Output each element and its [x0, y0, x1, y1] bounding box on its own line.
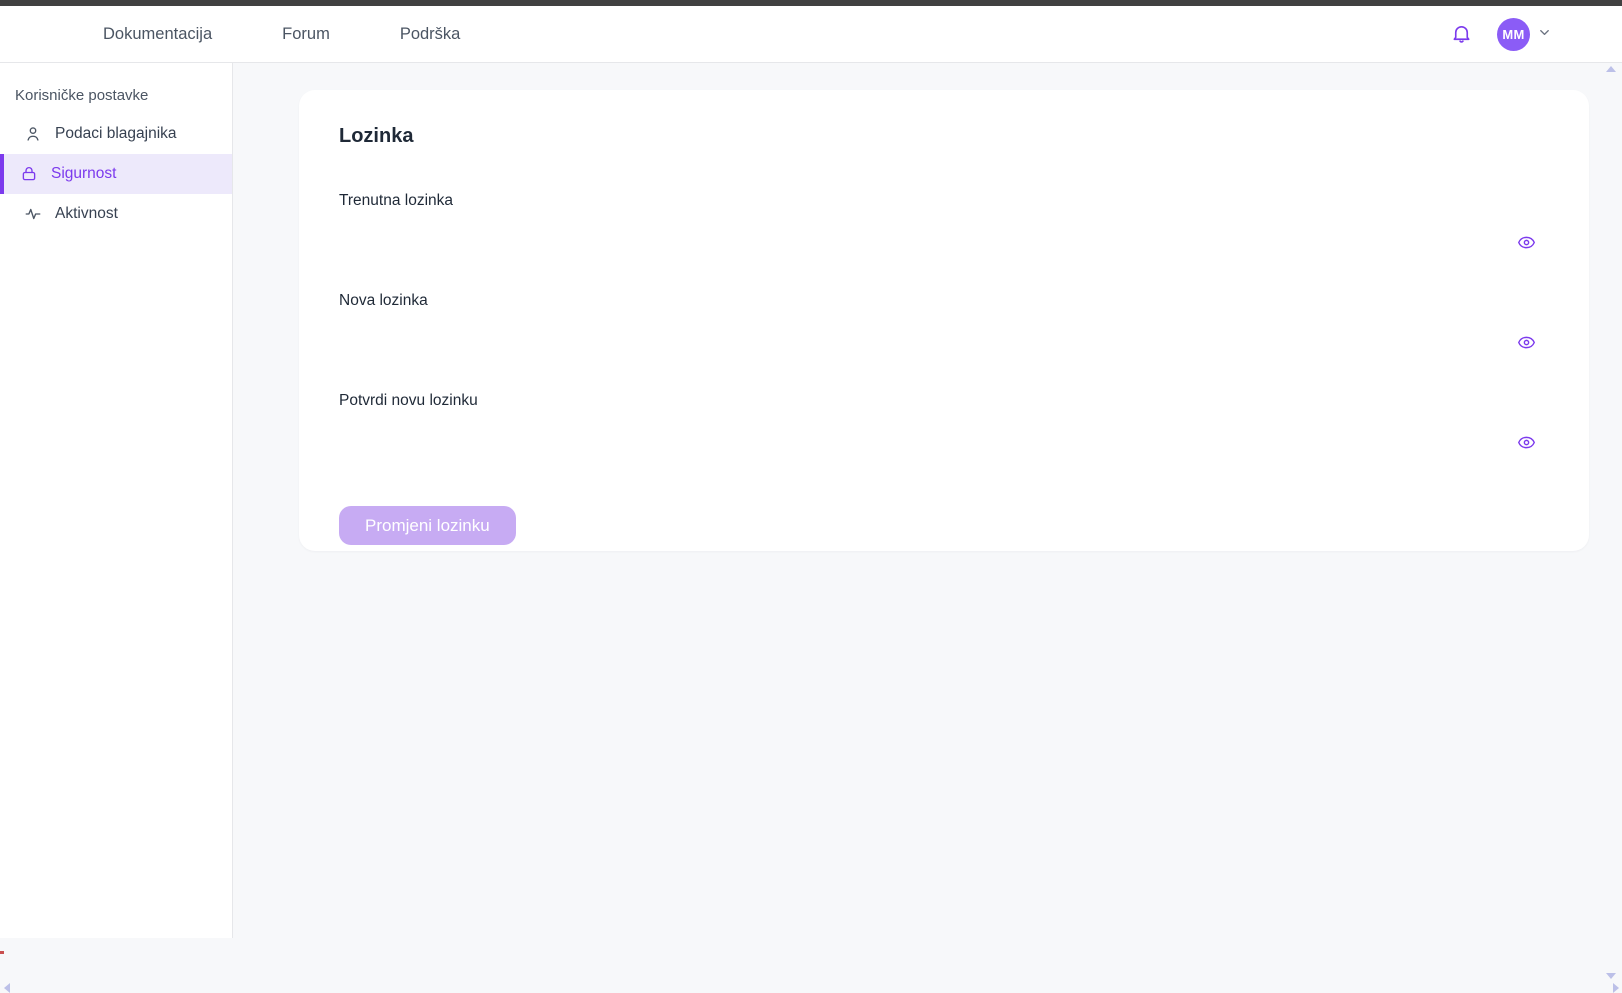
confirm-password-group: Potvrdi novu lozinku — [339, 390, 1549, 468]
confirm-password-input[interactable] — [339, 420, 1489, 468]
eye-icon — [1517, 433, 1536, 455]
current-password-label: Trenutna lozinka — [339, 190, 1549, 212]
bell-icon — [1450, 22, 1473, 48]
new-password-input[interactable] — [339, 320, 1489, 368]
sidebar-item-label: Sigurnost — [51, 165, 116, 183]
nav-dokumentacija[interactable]: Dokumentacija — [103, 6, 212, 63]
sidebar-item-label: Podaci blagajnika — [55, 125, 177, 143]
current-password-row — [339, 220, 1549, 268]
chevron-down-icon — [1537, 25, 1552, 45]
toggle-new-password-visibility[interactable] — [1511, 329, 1541, 359]
eye-icon — [1517, 333, 1536, 355]
card-title: Lozinka — [339, 124, 1549, 148]
current-password-group: Trenutna lozinka — [339, 190, 1549, 268]
header-actions: MM — [1450, 6, 1552, 63]
scrollbar-right-arrow-icon[interactable] — [1613, 983, 1619, 993]
new-password-label: Nova lozinka — [339, 290, 1549, 312]
sidebar-section-title: Korisničke postavke — [15, 87, 232, 104]
activity-icon — [24, 205, 42, 223]
toggle-current-password-visibility[interactable] — [1511, 229, 1541, 259]
sidebar-item-podaci-blagajnika[interactable]: Podaci blagajnika — [0, 114, 232, 154]
app-header: Dokumentacija Forum Podrška MM — [0, 6, 1622, 63]
confirm-password-label: Potvrdi novu lozinku — [339, 390, 1549, 412]
user-menu[interactable]: MM — [1497, 18, 1552, 51]
scrollbar-left-arrow-icon[interactable] — [4, 983, 10, 993]
current-password-input[interactable] — [339, 220, 1489, 268]
sidebar-item-aktivnost[interactable]: Aktivnost — [0, 194, 232, 234]
scrollbar-down-arrow-icon[interactable] — [1606, 973, 1616, 979]
confirm-password-row — [339, 420, 1549, 468]
toggle-confirm-password-visibility[interactable] — [1511, 429, 1541, 459]
eye-icon — [1517, 233, 1536, 255]
password-card: Lozinka Trenutna lozinka Nova lozinka — [299, 90, 1589, 551]
sidebar-item-label: Aktivnost — [55, 205, 118, 223]
settings-sidebar: Korisničke postavke Podaci blagajnika Si… — [0, 63, 233, 938]
sidebar-item-sigurnost[interactable]: Sigurnost — [0, 154, 232, 194]
avatar[interactable]: MM — [1497, 18, 1530, 51]
scrollbar-up-arrow-icon[interactable] — [1606, 66, 1616, 72]
notifications-button[interactable] — [1450, 22, 1473, 48]
main-nav: Dokumentacija Forum Podrška — [0, 6, 460, 63]
left-edge-artifact — [0, 951, 4, 954]
user-icon — [24, 125, 42, 143]
nav-podrska[interactable]: Podrška — [400, 6, 461, 63]
new-password-row — [339, 320, 1549, 368]
new-password-group: Nova lozinka — [339, 290, 1549, 368]
lock-icon — [20, 165, 38, 183]
nav-forum[interactable]: Forum — [282, 6, 330, 63]
change-password-button[interactable]: Promjeni lozinku — [339, 506, 516, 545]
